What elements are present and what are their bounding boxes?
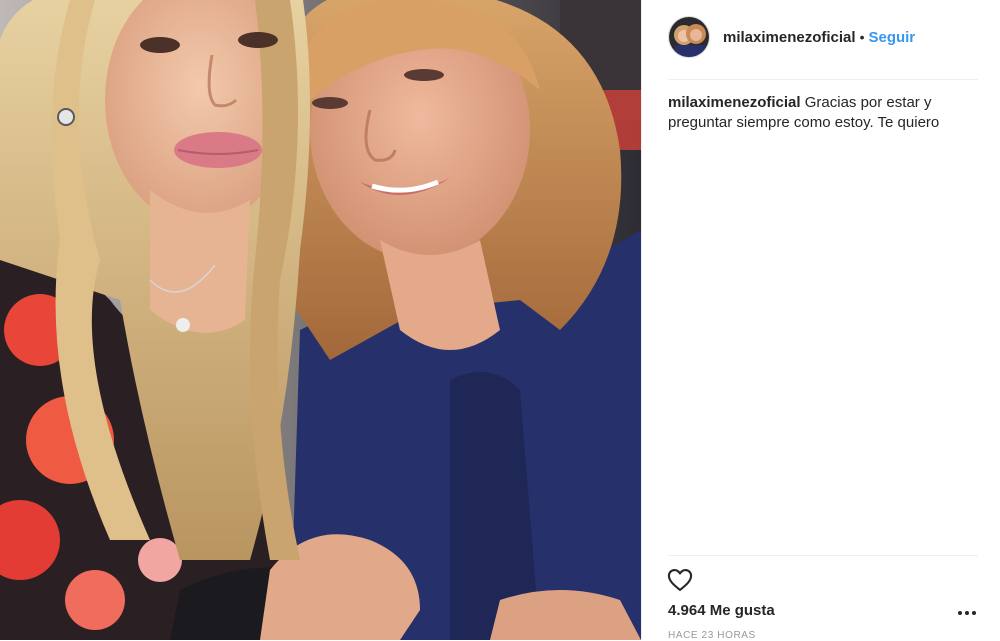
separator-dot: • — [859, 29, 865, 45]
more-options-icon[interactable] — [958, 606, 980, 620]
likes-count[interactable]: 4.964 Me gusta — [668, 602, 775, 619]
avatar[interactable] — [668, 16, 710, 58]
header-divider — [668, 79, 978, 80]
post-timestamp[interactable]: HACE 23 HORAS — [668, 630, 756, 641]
post-photo — [0, 0, 641, 640]
actions-divider — [668, 555, 978, 556]
post-side-panel: milaximenezoficial • Seguir milaximenezo… — [641, 0, 1000, 641]
post-header: milaximenezoficial • Seguir — [668, 16, 978, 58]
caption-username-link[interactable]: milaximenezoficial — [668, 94, 801, 111]
heart-outline-icon[interactable] — [666, 566, 694, 594]
post-caption: milaximenezoficial Gracias por estar y p… — [668, 93, 973, 133]
follow-button[interactable]: Seguir — [868, 29, 915, 46]
username-link[interactable]: milaximenezoficial — [723, 29, 856, 46]
